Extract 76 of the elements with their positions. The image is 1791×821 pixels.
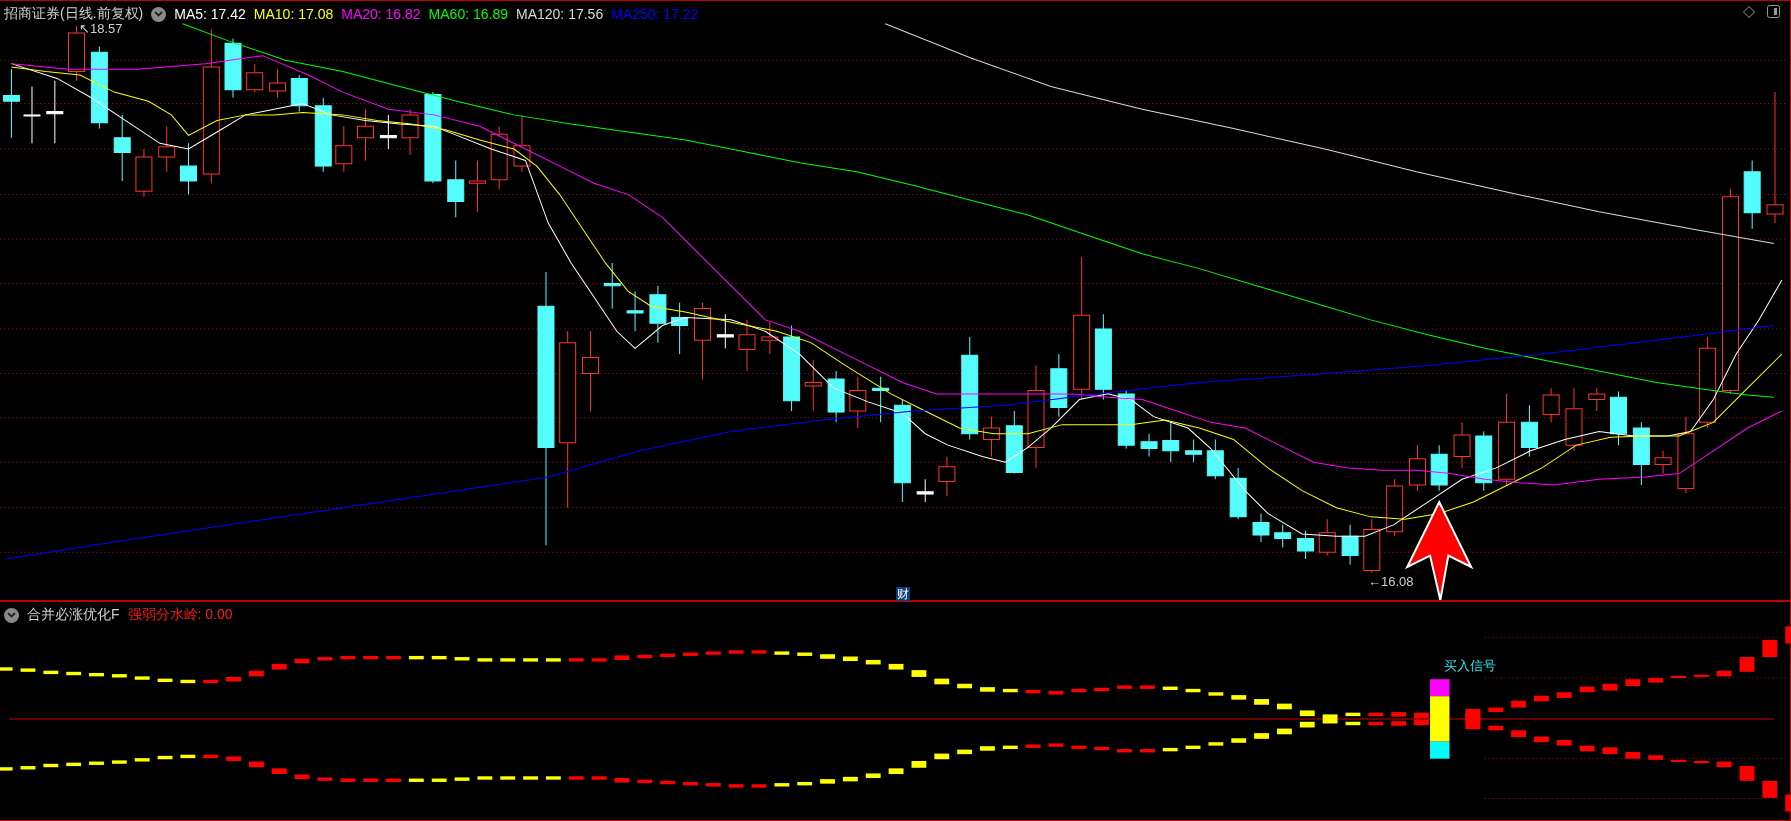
candlestick (379, 114, 397, 150)
candlestick (357, 108, 374, 161)
candlestick (1453, 421, 1471, 469)
candlestick (1565, 387, 1583, 452)
candlestick (1654, 450, 1672, 475)
candlestick (1297, 530, 1315, 560)
low-price-label: ←16.08 (1368, 574, 1414, 589)
candlestick (1318, 518, 1336, 557)
candlestick (224, 38, 242, 99)
candlestick (982, 416, 1000, 457)
candlestick (827, 370, 845, 423)
candlestick (1520, 404, 1538, 457)
candlestick (269, 68, 287, 99)
buy-signal-label: 买入信号 (1444, 657, 1496, 675)
moving-average-legend: MA10: 17.08 (253, 6, 334, 22)
candlestick (335, 125, 353, 173)
candlestick (1206, 438, 1224, 480)
candlestick (1140, 433, 1158, 457)
candlestick (603, 262, 621, 309)
dropdown-icon[interactable] (151, 6, 167, 22)
candlestick (671, 302, 689, 355)
candlestick (716, 313, 734, 349)
candlestick (1117, 389, 1135, 450)
candlestick (804, 359, 822, 412)
candlestick (1743, 159, 1761, 230)
indicator-title: 合并必涨优化F (27, 606, 120, 624)
candlestick (513, 114, 531, 173)
indicator-reading: 强弱分水岭: 0.00 (127, 606, 233, 624)
candlestick (179, 142, 197, 196)
dropdown-icon[interactable] (4, 607, 19, 623)
moving-average-legend: MA120: 17.56 (516, 6, 604, 22)
candlestick (872, 376, 890, 423)
candlestick (1409, 444, 1426, 492)
candlestick (1162, 421, 1180, 463)
candlestick (649, 285, 667, 344)
moving-average-legend: MA5: 17.42 (174, 6, 246, 22)
candlestick (1252, 512, 1270, 543)
candlestick (1341, 524, 1359, 566)
candlestick (738, 319, 756, 372)
candlestick (849, 376, 867, 429)
moving-average-legend: MA250: 17.22 (611, 6, 699, 22)
candlestick (1632, 421, 1650, 486)
panel-toggle-icon[interactable] (1767, 5, 1780, 18)
candlestick (1588, 387, 1606, 412)
candlestick (158, 125, 176, 173)
moving-average-legend: MA60: 16.89 (428, 6, 508, 22)
candlestick (401, 108, 419, 156)
high-price-label: ↖18.57 (79, 21, 123, 36)
candlestick (46, 80, 64, 144)
candlestick (447, 159, 465, 218)
candlestick (1610, 391, 1627, 446)
candlestick (1229, 467, 1247, 520)
moving-average-legend: MA20: 16.82 (341, 6, 421, 22)
candlestick (761, 321, 779, 355)
candlestick (490, 125, 508, 190)
candlestick (1274, 524, 1292, 549)
candlestick (1430, 444, 1448, 492)
candlestick (1386, 478, 1404, 537)
candlestick (135, 148, 153, 198)
candlestick (916, 478, 934, 503)
stock-title: 招商证券(日线.前复权) (4, 5, 144, 23)
candlestick (1363, 518, 1381, 574)
candlestick (23, 85, 41, 144)
candlestick (1542, 387, 1560, 423)
candlestick (1050, 353, 1068, 418)
candlestick (626, 290, 644, 332)
candlestick (113, 114, 131, 182)
candlestick (1475, 430, 1493, 492)
candlestick (1005, 410, 1023, 475)
candlestick (468, 159, 486, 213)
candlestick (290, 74, 308, 112)
candlestick (246, 63, 264, 93)
candlestick (938, 456, 956, 497)
candlestick (1185, 438, 1203, 463)
candlestick (2, 68, 20, 139)
finance-event-marker[interactable]: 财 (896, 587, 910, 601)
